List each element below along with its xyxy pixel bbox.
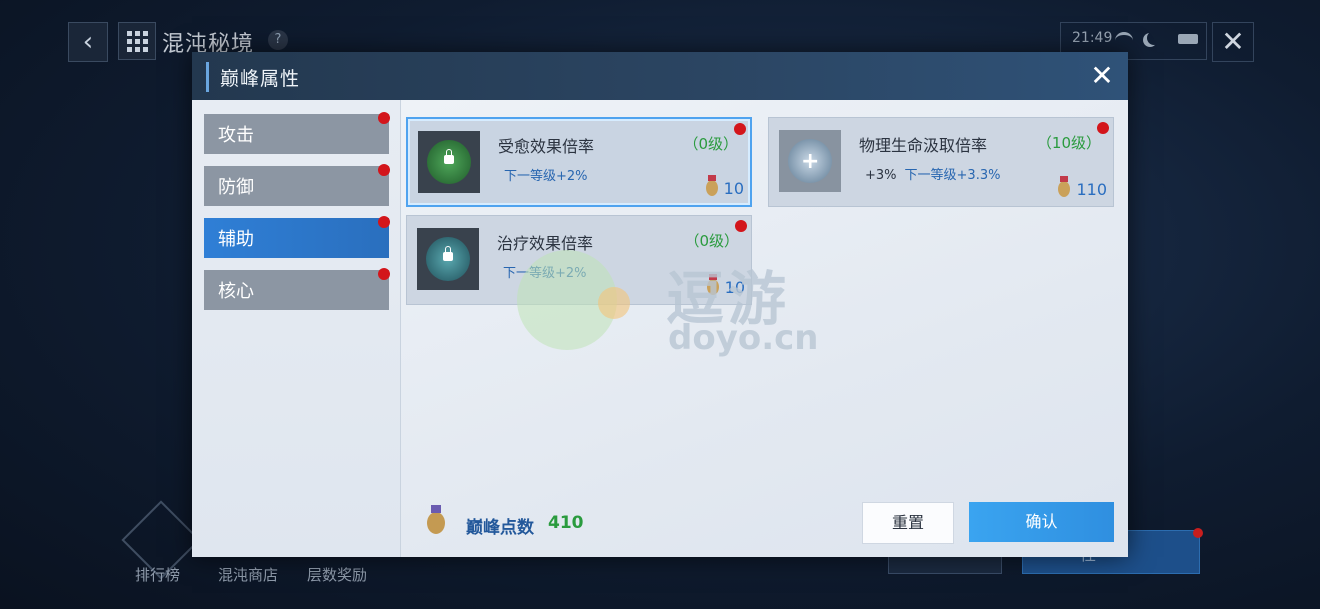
- wifi-icon: [1115, 32, 1133, 49]
- heal-effect-icon: [417, 228, 479, 290]
- tab-attack[interactable]: 攻击: [204, 112, 390, 154]
- attribute-cost: 110: [1058, 176, 1107, 199]
- peak-points-label: 巅峰点数: [466, 518, 534, 538]
- tab-label: 防御: [218, 177, 254, 198]
- tab-label: 核心: [218, 281, 254, 302]
- tab-support[interactable]: 辅助: [204, 216, 390, 258]
- notification-dot: [378, 268, 390, 280]
- moon-icon: [1147, 31, 1161, 45]
- grid-dot: [134, 38, 140, 44]
- notification-dot: [734, 123, 746, 135]
- grid-menu-button[interactable]: [118, 22, 156, 60]
- heal-receive-icon: [418, 131, 480, 193]
- battery-icon: [1178, 34, 1198, 44]
- confirm-button[interactable]: 确认: [969, 502, 1114, 542]
- notification-dot: [735, 220, 747, 232]
- back-button[interactable]: ‹: [68, 22, 108, 62]
- attribute-next-level: 下一等级+2%: [504, 169, 588, 184]
- chevron-left-icon: ‹: [82, 27, 94, 57]
- lock-icon: [444, 149, 454, 164]
- notification-dot: [1097, 122, 1109, 134]
- grid-dot: [126, 30, 132, 36]
- peak-attribute-dialog: 巅峰属性 ✕ 攻击 防御 辅助 核心 受愈效果倍率 （0级） 下一等级+2% 1…: [192, 52, 1128, 557]
- cost-value: 110: [1076, 180, 1107, 199]
- peak-points-icon: [427, 505, 445, 534]
- nav-floor-reward[interactable]: 层数奖励: [307, 564, 367, 585]
- attribute-card-life-steal[interactable]: + 物理生命汲取倍率 （10级） +3% 下一等级+3.3% 110: [768, 117, 1114, 207]
- plus-icon: +: [801, 149, 820, 174]
- dialog-header: 巅峰属性 ✕: [192, 52, 1128, 100]
- attribute-level: （10级）: [1036, 134, 1101, 152]
- watermark-url: doyo.cn: [668, 318, 819, 358]
- grid-dot: [142, 30, 148, 36]
- grid-dot: [126, 38, 132, 44]
- grid-dot: [142, 38, 148, 44]
- reset-button[interactable]: 重置: [862, 502, 954, 544]
- attribute-level: （0级）: [684, 232, 739, 250]
- tab-label: 辅助: [218, 229, 254, 250]
- next-level-text: 下一等级+3.3%: [904, 168, 1001, 183]
- attribute-cost: 10: [705, 175, 744, 198]
- nav-shop[interactable]: 混沌商店: [218, 564, 278, 585]
- grid-dot: [126, 46, 132, 52]
- notification-dot: [378, 164, 390, 176]
- tab-core[interactable]: 核心: [204, 268, 390, 310]
- dialog-title: 巅峰属性: [220, 68, 301, 90]
- peak-points-value: 410: [548, 513, 584, 533]
- icon-orb: [426, 237, 470, 281]
- help-icon[interactable]: ?: [268, 30, 288, 50]
- icon-orb: [427, 140, 471, 184]
- icon-orb: +: [788, 139, 832, 183]
- status-time: 21:49: [1072, 30, 1113, 46]
- attribute-card-heal-receive[interactable]: 受愈效果倍率 （0级） 下一等级+2% 10: [406, 117, 752, 207]
- lock-icon: [443, 246, 453, 261]
- close-page-button[interactable]: ✕: [1212, 22, 1254, 62]
- medal-icon: [1058, 176, 1071, 197]
- category-sidebar: 攻击 防御 辅助 核心: [192, 100, 401, 557]
- tab-label: 攻击: [218, 125, 254, 146]
- header-accent: [206, 62, 209, 92]
- life-steal-icon: +: [779, 130, 841, 192]
- medal-icon: [705, 175, 718, 196]
- attribute-name: 物理生命汲取倍率: [859, 136, 988, 155]
- tab-defense[interactable]: 防御: [204, 164, 390, 206]
- attribute-level: （0级）: [683, 135, 738, 153]
- attribute-current-value: +3%: [865, 168, 897, 183]
- close-icon[interactable]: ✕: [1088, 62, 1116, 90]
- notification-dot: [378, 216, 390, 228]
- nav-ranking[interactable]: 排行榜: [135, 564, 180, 585]
- notification-dot: [378, 112, 390, 124]
- cost-value: 10: [723, 179, 744, 198]
- notification-dot: [1193, 528, 1203, 538]
- attribute-next-level: +3% 下一等级+3.3%: [865, 164, 1000, 183]
- grid-dot: [142, 46, 148, 52]
- grid-dot: [134, 30, 140, 36]
- grid-dot: [134, 46, 140, 52]
- watermark-logo-dot: [598, 287, 630, 319]
- attribute-name: 受愈效果倍率: [498, 137, 595, 156]
